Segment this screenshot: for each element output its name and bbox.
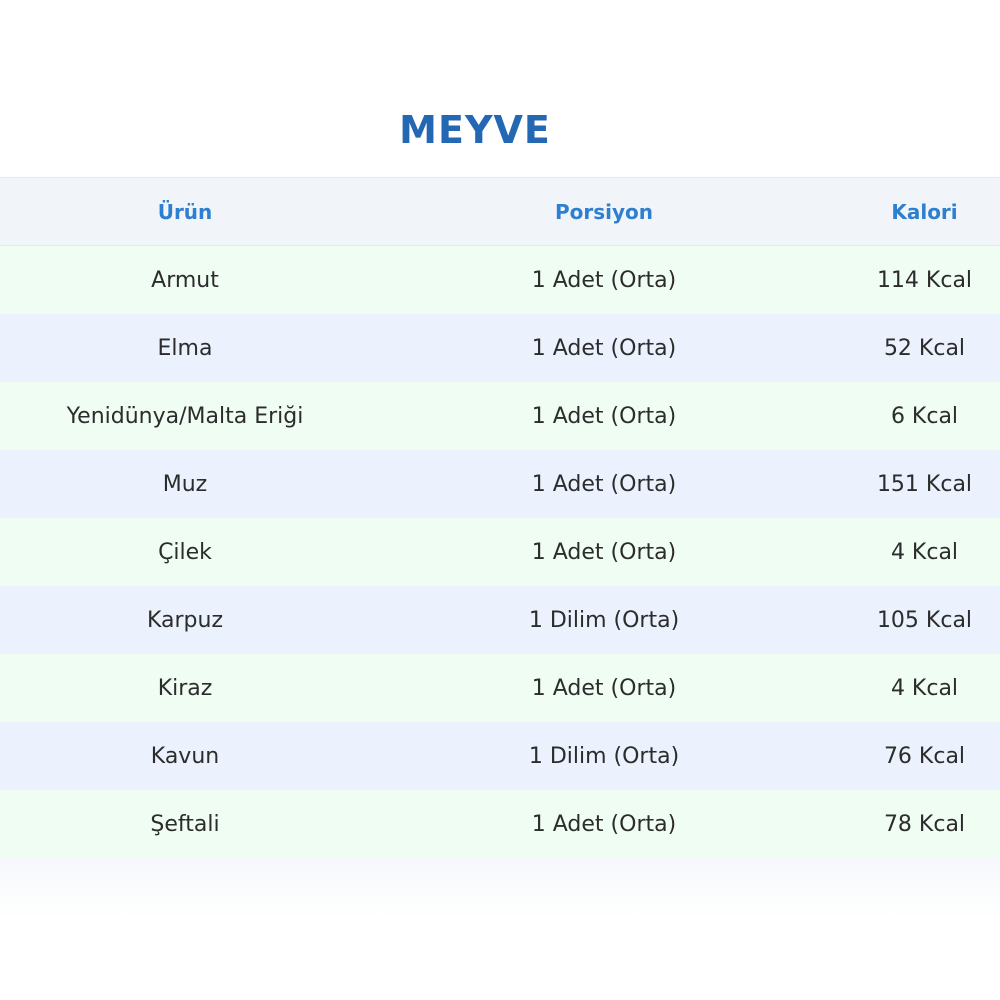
portion-cell: 1 Dilim (Orta) bbox=[528, 607, 680, 633]
calorie-cell: 76 Kcal bbox=[883, 743, 966, 769]
column-header-portion[interactable]: Porsiyon bbox=[359, 200, 849, 224]
portion-cell: 1 Adet (Orta) bbox=[531, 335, 677, 361]
product-cell: Çilek bbox=[158, 539, 212, 565]
calorie-cell: 52 Kcal bbox=[883, 335, 966, 361]
table-bottom-fade bbox=[0, 858, 1000, 918]
table-row: Kavun 1 Dilim (Orta) 76 Kcal bbox=[0, 722, 1000, 790]
product-cell: Karpuz bbox=[146, 607, 224, 633]
column-header-product[interactable]: Ürün bbox=[0, 200, 370, 224]
table-row: Muz 1 Adet (Orta) 151 Kcal bbox=[0, 450, 1000, 518]
table-row: Yenidünya/Malta Eriği 1 Adet (Orta) 6 Kc… bbox=[0, 382, 1000, 450]
calorie-cell: 78 Kcal bbox=[883, 811, 966, 837]
table-row: Çilek 1 Adet (Orta) 4 Kcal bbox=[0, 518, 1000, 586]
product-cell: Yenidünya/Malta Eriği bbox=[66, 403, 304, 429]
product-cell: Şeftali bbox=[150, 811, 220, 837]
product-cell: Kiraz bbox=[157, 675, 213, 701]
calorie-cell: 4 Kcal bbox=[890, 539, 959, 565]
product-cell: Kavun bbox=[150, 743, 220, 769]
portion-cell: 1 Adet (Orta) bbox=[531, 267, 677, 293]
portion-cell: 1 Adet (Orta) bbox=[531, 811, 677, 837]
portion-cell: 1 Adet (Orta) bbox=[531, 539, 677, 565]
product-cell: Elma bbox=[157, 335, 213, 361]
calorie-cell: 151 Kcal bbox=[876, 471, 973, 497]
calorie-cell: 6 Kcal bbox=[890, 403, 959, 429]
column-header-calorie[interactable]: Kalori bbox=[849, 200, 1000, 224]
portion-cell: 1 Adet (Orta) bbox=[531, 403, 677, 429]
table-row: Şeftali 1 Adet (Orta) 78 Kcal bbox=[0, 790, 1000, 858]
table-row: Kiraz 1 Adet (Orta) 4 Kcal bbox=[0, 654, 1000, 722]
portion-cell: 1 Dilim (Orta) bbox=[528, 743, 680, 769]
calorie-cell: 114 Kcal bbox=[876, 267, 973, 293]
product-cell: Muz bbox=[162, 471, 208, 497]
calorie-cell: 4 Kcal bbox=[890, 675, 959, 701]
table-row: Karpuz 1 Dilim (Orta) 105 Kcal bbox=[0, 586, 1000, 654]
table-header-row: Ürün Porsiyon Kalori bbox=[0, 177, 1000, 246]
calorie-cell: 105 Kcal bbox=[876, 607, 973, 633]
table-row: Armut 1 Adet (Orta) 114 Kcal bbox=[0, 246, 1000, 314]
portion-cell: 1 Adet (Orta) bbox=[531, 471, 677, 497]
portion-cell: 1 Adet (Orta) bbox=[531, 675, 677, 701]
table-row: Elma 1 Adet (Orta) 52 Kcal bbox=[0, 314, 1000, 382]
page-title: MEYVE bbox=[399, 108, 551, 152]
calorie-table: Ürün Porsiyon Kalori Armut 1 Adet (Orta)… bbox=[0, 177, 1000, 858]
product-cell: Armut bbox=[151, 267, 219, 293]
